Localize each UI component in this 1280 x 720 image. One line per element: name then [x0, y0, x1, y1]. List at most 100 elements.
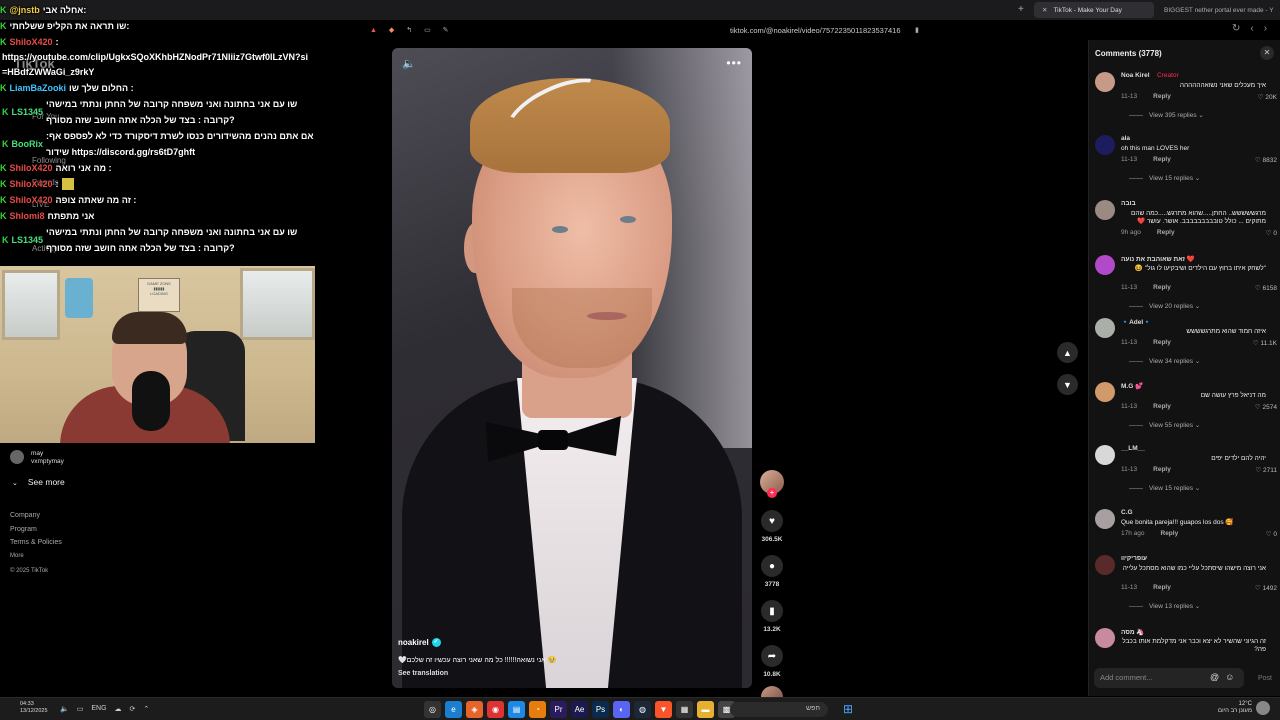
comment-like-button[interactable]: ♡ 6158	[1255, 284, 1277, 292]
reply-button[interactable]: Reply	[1153, 156, 1171, 163]
comment-author[interactable]: עופריקיוו	[1121, 555, 1147, 562]
avatar[interactable]	[1095, 509, 1115, 529]
see-more-button[interactable]: ⌄ See more	[12, 477, 65, 487]
after-effects-icon[interactable]: Ae	[571, 701, 588, 718]
view-replies-button[interactable]: View 13 replies ⌄	[1129, 602, 1200, 610]
chrome-icon[interactable]: ◉	[487, 701, 504, 718]
comment-like-button[interactable]: ♡ 0	[1266, 530, 1277, 538]
steam-icon[interactable]: ◍	[634, 701, 651, 718]
comment-like-button[interactable]: ♡ 2574	[1255, 403, 1277, 411]
tab-youtube[interactable]: BIGGEST nether portal ever made - Y	[1156, 2, 1278, 18]
network-icon[interactable]: ▭	[77, 705, 84, 713]
reply-button[interactable]: Reply	[1153, 584, 1171, 591]
reply-button[interactable]: Reply	[1153, 93, 1171, 100]
url-text[interactable]: tiktok.com/@noakirel/video/7572235011823…	[730, 26, 901, 35]
view-replies-button[interactable]: View 20 replies ⌄	[1129, 302, 1200, 310]
speaker-icon[interactable]: 🔈	[60, 705, 69, 713]
comment-author[interactable]: C.G	[1121, 509, 1133, 516]
firefox-icon[interactable]: ◈	[466, 701, 483, 718]
close-icon[interactable]: ✕	[1260, 46, 1274, 60]
video-player[interactable]: 🔈 ••• noakirel ✓ 🤍אני נשואה!!!!!! כל מה …	[392, 48, 752, 688]
previous-video-button[interactable]: ▲	[1057, 342, 1078, 363]
footer-more[interactable]: More	[10, 550, 62, 564]
weather-widget[interactable]: 12°C מעונן רב היום	[1218, 701, 1252, 715]
comment-like-button[interactable]: ♡ 0	[1266, 229, 1277, 237]
brave-shield-icon[interactable]: ▲	[370, 27, 377, 34]
new-tab-icon[interactable]: +	[1018, 4, 1024, 15]
view-replies-button[interactable]: View 34 replies ⌄	[1129, 357, 1200, 365]
language-indicator[interactable]: ENG	[91, 705, 106, 713]
forward-arrow-icon[interactable]: ›	[1264, 23, 1267, 34]
premiere-icon[interactable]: Pr	[550, 701, 567, 718]
avatar[interactable]	[1095, 382, 1115, 402]
comment-author[interactable]: __LM__	[1121, 445, 1145, 452]
comment-author[interactable]: M.G 💕	[1121, 382, 1143, 390]
onedrive-icon[interactable]: ☁	[115, 705, 122, 713]
emoji-icon[interactable]: ☺	[1225, 672, 1234, 682]
avatar[interactable]	[1095, 255, 1115, 275]
store-icon[interactable]: ▦	[676, 701, 693, 718]
footer-terms[interactable]: Terms & Policies	[10, 536, 62, 550]
taskbar-search[interactable]: חפש	[730, 702, 828, 717]
comment-like-button[interactable]: ♡ 2711	[1255, 466, 1277, 474]
pen-icon[interactable]: ✎	[443, 27, 449, 34]
photoshop-icon[interactable]: Ps	[592, 701, 609, 718]
comment-like-button[interactable]: ♡ 11.1K	[1253, 339, 1277, 347]
avatar[interactable]	[1095, 628, 1115, 648]
sync-icon[interactable]: ⟳	[130, 705, 136, 713]
footer-company[interactable]: Company	[10, 509, 62, 523]
bookmark-icon[interactable]: ▮	[915, 26, 919, 34]
pip-icon[interactable]: ▭	[424, 27, 431, 34]
avatar[interactable]	[1095, 200, 1115, 220]
creator-avatar[interactable]: +	[760, 470, 784, 498]
edge-icon[interactable]: e	[445, 701, 462, 718]
comment-like-button[interactable]: ♡ 1492	[1255, 584, 1277, 592]
back-arrow-icon[interactable]: ‹	[1250, 23, 1253, 34]
avatar[interactable]	[1095, 445, 1115, 465]
files-icon[interactable]: ▤	[508, 701, 525, 718]
tray-expand-icon[interactable]: ⌃	[143, 705, 149, 713]
next-video-button[interactable]: ▼	[1057, 374, 1078, 395]
comment-author[interactable]: בובה	[1121, 200, 1136, 207]
comment-author[interactable]: זאת שאוהבת את נועה ❤️	[1121, 255, 1195, 263]
avatar[interactable]	[1095, 135, 1115, 155]
share-button[interactable]: ➦	[761, 645, 783, 667]
like-button[interactable]: ♥	[761, 510, 783, 532]
reply-button[interactable]: Reply	[1153, 403, 1171, 410]
footer-program[interactable]: Program	[10, 523, 62, 537]
blender-icon[interactable]: ◔	[529, 701, 546, 718]
view-replies-button[interactable]: View 15 replies ⌄	[1129, 174, 1200, 182]
reply-button[interactable]: Reply	[1157, 229, 1175, 236]
copilot-icon[interactable]: ◎	[424, 701, 441, 718]
comment-button[interactable]: ●	[761, 555, 783, 577]
follow-plus-icon[interactable]: +	[767, 488, 777, 498]
close-icon[interactable]: ✕	[1042, 6, 1047, 14]
reply-button[interactable]: Reply	[1161, 530, 1179, 537]
comment-author[interactable]: Noa Kirel	[1121, 72, 1150, 79]
reload-icon[interactable]: ↻	[1232, 23, 1240, 34]
avatar[interactable]	[1095, 555, 1115, 575]
volume-icon[interactable]: 🔈	[402, 57, 416, 70]
reply-button[interactable]: Reply	[1153, 466, 1171, 473]
back-icon[interactable]: ↰	[406, 27, 412, 34]
reply-button[interactable]: Reply	[1153, 284, 1171, 291]
mention-icon[interactable]: @	[1210, 672, 1219, 682]
windows-start-icon[interactable]: ⊞	[843, 702, 853, 716]
see-translation-link[interactable]: See translation	[398, 670, 448, 677]
reply-button[interactable]: Reply	[1153, 339, 1171, 346]
rewards-icon[interactable]: ◆	[389, 27, 394, 34]
more-options-icon[interactable]: •••	[726, 56, 742, 70]
comment-like-button[interactable]: ♡ 8832	[1255, 156, 1277, 164]
tab-tiktok[interactable]: ✕ TikTok - Make Your Day	[1034, 2, 1154, 18]
post-button[interactable]: Post	[1258, 675, 1272, 682]
following-account[interactable]: may vxmptymay	[10, 450, 64, 465]
bookmark-button[interactable]: ▮	[761, 600, 783, 622]
avatar[interactable]	[1095, 318, 1115, 338]
chat-link[interactable]: https://youtube.com/clip/UgkxSQoXKhbHZNo…	[0, 50, 310, 80]
comment-author[interactable]: ala	[1121, 135, 1130, 142]
comment-author[interactable]: 🔹Adel🔹	[1121, 318, 1151, 326]
clock[interactable]: 04:33 13/12/2025	[20, 701, 48, 715]
view-replies-button[interactable]: View 395 replies ⌄	[1129, 111, 1204, 119]
avatar[interactable]	[1095, 72, 1115, 92]
discord-icon[interactable]: ◐	[613, 701, 630, 718]
